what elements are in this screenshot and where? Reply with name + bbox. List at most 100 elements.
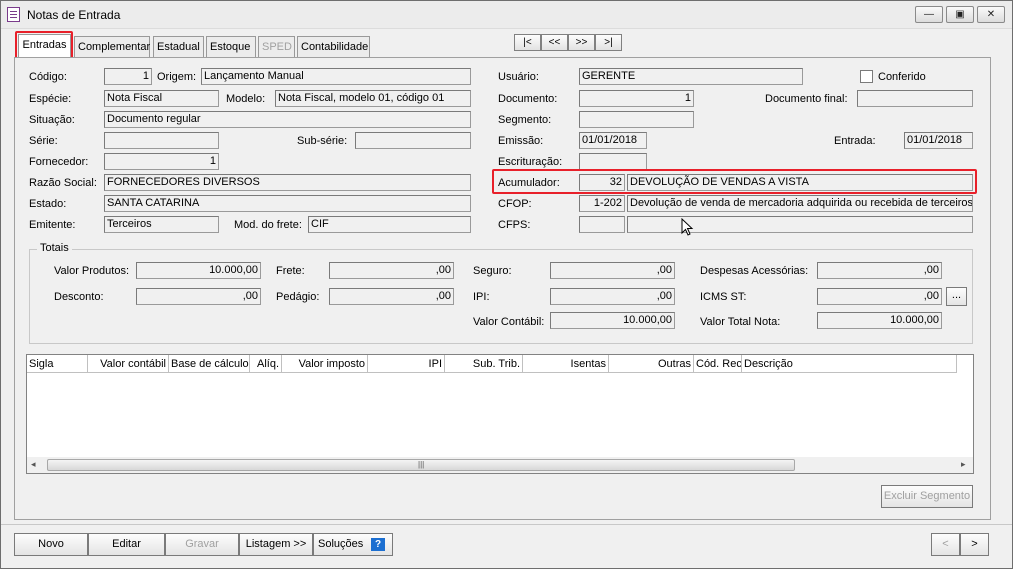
col-isentas[interactable]: Isentas — [523, 355, 609, 373]
conferido-checkbox[interactable] — [860, 70, 873, 83]
emissao-label: Emissão: — [498, 135, 544, 147]
estado-field[interactable]: SANTA CATARINA — [104, 195, 471, 212]
fornecedor-field[interactable]: 1 — [104, 153, 219, 170]
serie-field[interactable] — [104, 132, 219, 149]
editar-button[interactable]: Editar — [88, 533, 165, 556]
emitente-label: Emitente: — [29, 219, 76, 231]
excluir-segmento-button[interactable]: Excluir Segmento — [881, 485, 973, 508]
col-outras[interactable]: Outras — [609, 355, 694, 373]
ipi-label: IPI: — [473, 291, 490, 303]
fornecedor-label: Fornecedor: — [29, 156, 89, 168]
icms-st-details-button[interactable]: ... — [946, 287, 967, 306]
cfop-code-field[interactable]: 1-202 — [579, 195, 625, 212]
prev-page-button[interactable]: < — [931, 533, 960, 556]
col-base-calculo[interactable]: Base de cálculo — [169, 355, 250, 373]
icms-st-field[interactable]: ,00 — [817, 288, 942, 305]
minimize-icon: — — [924, 9, 934, 20]
valor-contabil-field[interactable]: 10.000,00 — [550, 312, 675, 329]
col-sub-trib[interactable]: Sub. Trib. — [445, 355, 523, 373]
minimize-button[interactable]: — — [915, 6, 943, 23]
escrituracao-field[interactable] — [579, 153, 647, 170]
entrada-field[interactable]: 01/01/2018 — [904, 132, 973, 149]
first-record-button[interactable]: |< — [514, 34, 541, 51]
modelo-field[interactable]: Nota Fiscal, modelo 01, código 01 — [275, 90, 471, 107]
tab-estadual[interactable]: Estadual — [153, 36, 204, 58]
documento-final-field[interactable] — [857, 90, 973, 107]
col-cod-rec[interactable]: Cód. Rec. — [694, 355, 742, 373]
notas-entrada-window: Notas de Entrada — ▣ ✕ Entradas Compleme… — [0, 0, 1013, 569]
tab-contabilidade[interactable]: Contabilidade — [297, 36, 370, 58]
segmento-field[interactable] — [579, 111, 694, 128]
pedagio-field[interactable]: ,00 — [329, 288, 454, 305]
tab-sped[interactable]: SPED — [258, 36, 295, 58]
title-bar: Notas de Entrada — ▣ ✕ — [1, 1, 1012, 29]
especie-field[interactable]: Nota Fiscal — [104, 90, 219, 107]
col-valor-contabil[interactable]: Valor contábil — [88, 355, 169, 373]
valor-produtos-label: Valor Produtos: — [54, 265, 130, 277]
gravar-button[interactable]: Gravar — [165, 533, 239, 556]
escrituracao-label: Escrituração: — [498, 156, 563, 168]
col-valor-imposto[interactable]: Valor imposto — [282, 355, 368, 373]
mod-frete-label: Mod. do frete: — [234, 219, 302, 231]
codigo-field[interactable]: 1 — [104, 68, 152, 85]
prev-record-button[interactable]: << — [541, 34, 568, 51]
subserie-field[interactable] — [355, 132, 471, 149]
emissao-field[interactable]: 01/01/2018 — [579, 132, 647, 149]
modelo-label: Modelo: — [226, 93, 266, 105]
frete-total-label: Frete: — [276, 265, 305, 277]
subserie-label: Sub-série: — [297, 135, 348, 147]
usuario-label: Usuário: — [498, 71, 539, 83]
close-icon: ✕ — [986, 9, 996, 20]
desconto-field[interactable]: ,00 — [136, 288, 261, 305]
emitente-field[interactable]: Terceiros — [104, 216, 219, 233]
icms-st-label: ICMS ST: — [700, 291, 747, 303]
valor-total-nota-field[interactable]: 10.000,00 — [817, 312, 942, 329]
origem-field[interactable]: Lançamento Manual — [201, 68, 471, 85]
despesas-acessorias-field[interactable]: ,00 — [817, 262, 942, 279]
tab-complementar[interactable]: Complementar — [74, 36, 150, 58]
frete-total-field[interactable]: ,00 — [329, 262, 454, 279]
solucoes-button[interactable]: Soluções ? — [313, 533, 393, 556]
col-sigla[interactable]: Sigla — [27, 355, 88, 373]
cfop-description-field[interactable]: Devolução de venda de mercadoria adquiri… — [627, 195, 973, 212]
usuario-field[interactable]: GERENTE — [579, 68, 803, 85]
window-title: Notas de Entrada — [27, 8, 121, 22]
impostos-grid[interactable]: Sigla Valor contábil Base de cálculo Alí… — [26, 354, 974, 474]
last-record-button[interactable]: >| — [595, 34, 622, 51]
tab-estoque[interactable]: Estoque — [206, 36, 256, 58]
ipi-field[interactable]: ,00 — [550, 288, 675, 305]
col-ipi[interactable]: IPI — [368, 355, 445, 373]
seguro-label: Seguro: — [473, 265, 512, 277]
pedagio-label: Pedágio: — [276, 291, 320, 303]
serie-label: Série: — [29, 135, 58, 147]
mod-frete-field[interactable]: CIF — [308, 216, 471, 233]
close-button[interactable]: ✕ — [977, 6, 1005, 23]
cfop-label: CFOP: — [498, 198, 532, 210]
listagem-button[interactable]: Listagem >> — [239, 533, 313, 556]
situacao-field[interactable]: Documento regular — [104, 111, 471, 128]
scroll-right-icon[interactable]: ▸ — [961, 459, 966, 470]
bottom-separator — [1, 524, 1012, 525]
scroll-left-icon[interactable]: ◂ — [31, 459, 36, 470]
horizontal-scrollbar[interactable]: ◂ ||| ▸ — [27, 457, 973, 473]
next-page-button[interactable]: > — [960, 533, 989, 556]
seguro-field[interactable]: ,00 — [550, 262, 675, 279]
despesas-acessorias-label: Despesas Acessórias: — [700, 265, 809, 277]
codigo-label: Código: — [29, 71, 67, 83]
valor-contabil-label: Valor Contábil: — [473, 316, 545, 328]
valor-total-nota-label: Valor Total Nota: — [700, 316, 781, 328]
col-aliq[interactable]: Alíq. — [250, 355, 282, 373]
novo-button[interactable]: Novo — [14, 533, 88, 556]
razao-social-field[interactable]: FORNECEDORES DIVERSOS — [104, 174, 471, 191]
cfps-code-field[interactable] — [579, 216, 625, 233]
app-icon — [7, 7, 20, 22]
especie-label: Espécie: — [29, 93, 72, 105]
next-record-button[interactable]: >> — [568, 34, 595, 51]
maximize-button[interactable]: ▣ — [946, 6, 974, 23]
origem-label: Origem: — [157, 71, 197, 83]
cfps-description-field[interactable] — [627, 216, 973, 233]
col-descricao[interactable]: Descrição — [742, 355, 957, 373]
documento-field[interactable]: 1 — [579, 90, 694, 107]
scroll-thumb[interactable]: ||| — [47, 459, 795, 471]
valor-produtos-field[interactable]: 10.000,00 — [136, 262, 261, 279]
